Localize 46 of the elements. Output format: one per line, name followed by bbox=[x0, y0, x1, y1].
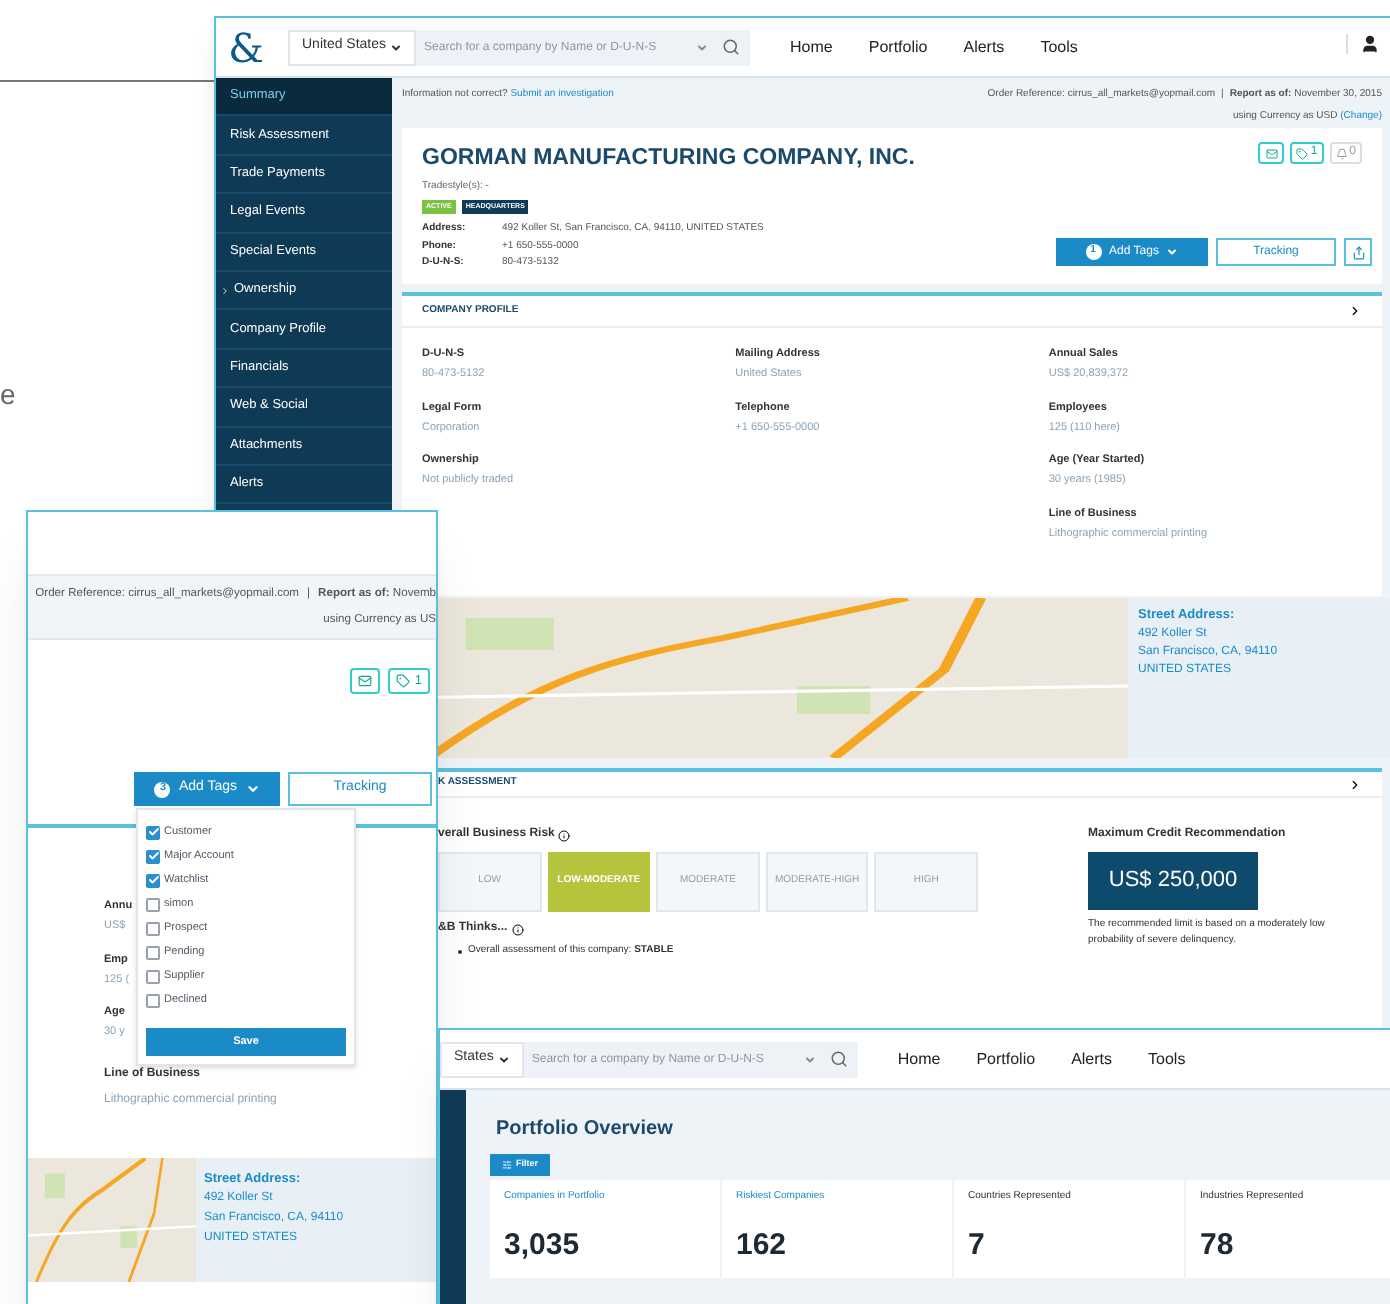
company-name: GORMAN MANUFACTURING COMPANY, INC. bbox=[422, 144, 915, 174]
edge-text: e bbox=[0, 380, 16, 408]
export-button[interactable] bbox=[1344, 238, 1372, 266]
nav-link[interactable]: Alerts bbox=[963, 35, 1005, 59]
stat-value: 7 bbox=[968, 1225, 987, 1265]
caret-icon[interactable] bbox=[696, 41, 709, 53]
mail-button[interactable] bbox=[350, 668, 381, 694]
tag-icon bbox=[1296, 147, 1309, 159]
stat-value: 3,035 bbox=[504, 1225, 582, 1265]
nav-link[interactable]: Portfolio bbox=[976, 1047, 1036, 1071]
checkbox[interactable] bbox=[146, 921, 160, 935]
nav-link[interactable]: Home bbox=[790, 35, 833, 59]
checkbox[interactable] bbox=[146, 897, 160, 911]
caret-icon bbox=[1166, 246, 1179, 258]
nav-link[interactable]: Home bbox=[897, 1047, 941, 1071]
checkbox[interactable] bbox=[146, 993, 160, 1007]
page-title: Portfolio Overview bbox=[496, 1116, 675, 1144]
search-icon[interactable] bbox=[722, 38, 741, 56]
chevron-icon[interactable] bbox=[1348, 777, 1362, 791]
nav-link[interactable]: Portfolio bbox=[868, 35, 928, 59]
caret-icon bbox=[497, 1053, 510, 1065]
bell-icon bbox=[1335, 147, 1348, 159]
caret-icon bbox=[245, 782, 260, 796]
user-icon[interactable] bbox=[1360, 34, 1380, 54]
chevron-icon[interactable] bbox=[1348, 304, 1362, 318]
nav-link[interactable]: Alerts bbox=[1071, 1047, 1113, 1071]
checkbox[interactable] bbox=[146, 945, 160, 959]
info-icon[interactable] bbox=[558, 829, 571, 841]
tag-icon bbox=[396, 674, 411, 688]
credit-value: US$ 250,000 bbox=[1088, 852, 1258, 910]
logo[interactable]: & bbox=[216, 27, 276, 67]
caret-icon[interactable] bbox=[803, 1053, 816, 1065]
stat-value: 78 bbox=[1200, 1225, 1236, 1265]
mail-icon bbox=[1265, 147, 1278, 159]
stat-value: 162 bbox=[736, 1225, 789, 1265]
mail-icon bbox=[358, 674, 373, 688]
export-icon bbox=[1351, 245, 1365, 259]
checkbox[interactable] bbox=[146, 969, 160, 983]
caret-icon bbox=[390, 41, 403, 53]
info-icon[interactable] bbox=[511, 923, 524, 935]
chevron-icon bbox=[220, 285, 230, 296]
nav-link[interactable]: Tools bbox=[1148, 1047, 1186, 1071]
search-icon[interactable] bbox=[829, 1050, 848, 1068]
mail-button[interactable] bbox=[1258, 142, 1285, 164]
nav-link[interactable]: Tools bbox=[1040, 35, 1078, 59]
filter-icon bbox=[501, 1160, 512, 1170]
